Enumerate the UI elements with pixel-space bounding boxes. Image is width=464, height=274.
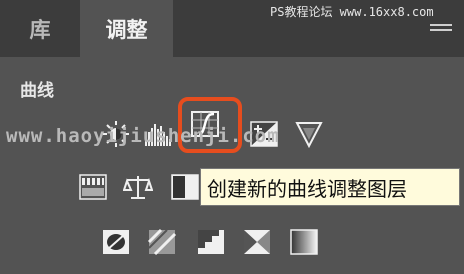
- black-white-icon[interactable]: [170, 173, 200, 201]
- tooltip: 创建新的曲线调整图层: [200, 168, 460, 206]
- color-balance-icon[interactable]: [123, 173, 153, 201]
- watermark-top: PS教程论坛 www.16xx8.com: [270, 5, 434, 19]
- vibrance-icon[interactable]: [294, 120, 324, 148]
- hue-saturation-icon[interactable]: [78, 173, 108, 201]
- selective-color-icon[interactable]: [242, 228, 272, 256]
- tab-adjustments[interactable]: 调整: [80, 0, 173, 57]
- tab-libraries[interactable]: 库: [0, 0, 80, 57]
- threshold-icon[interactable]: [196, 228, 226, 256]
- tab-libraries-label: 库: [29, 17, 51, 42]
- panel-menu-icon[interactable]: [430, 24, 452, 36]
- section-title: 曲线: [20, 81, 54, 101]
- posterize-icon[interactable]: [147, 228, 177, 256]
- invert-icon[interactable]: [101, 228, 131, 256]
- tab-adjustments-label: 调整: [105, 17, 148, 42]
- watermark-middle: www.haoyijiushenji.com: [6, 125, 280, 147]
- gradient-map-icon[interactable]: [289, 228, 319, 256]
- panel-tab-bar: 库 调整 PS教程论坛 www.16xx8.com: [0, 0, 464, 57]
